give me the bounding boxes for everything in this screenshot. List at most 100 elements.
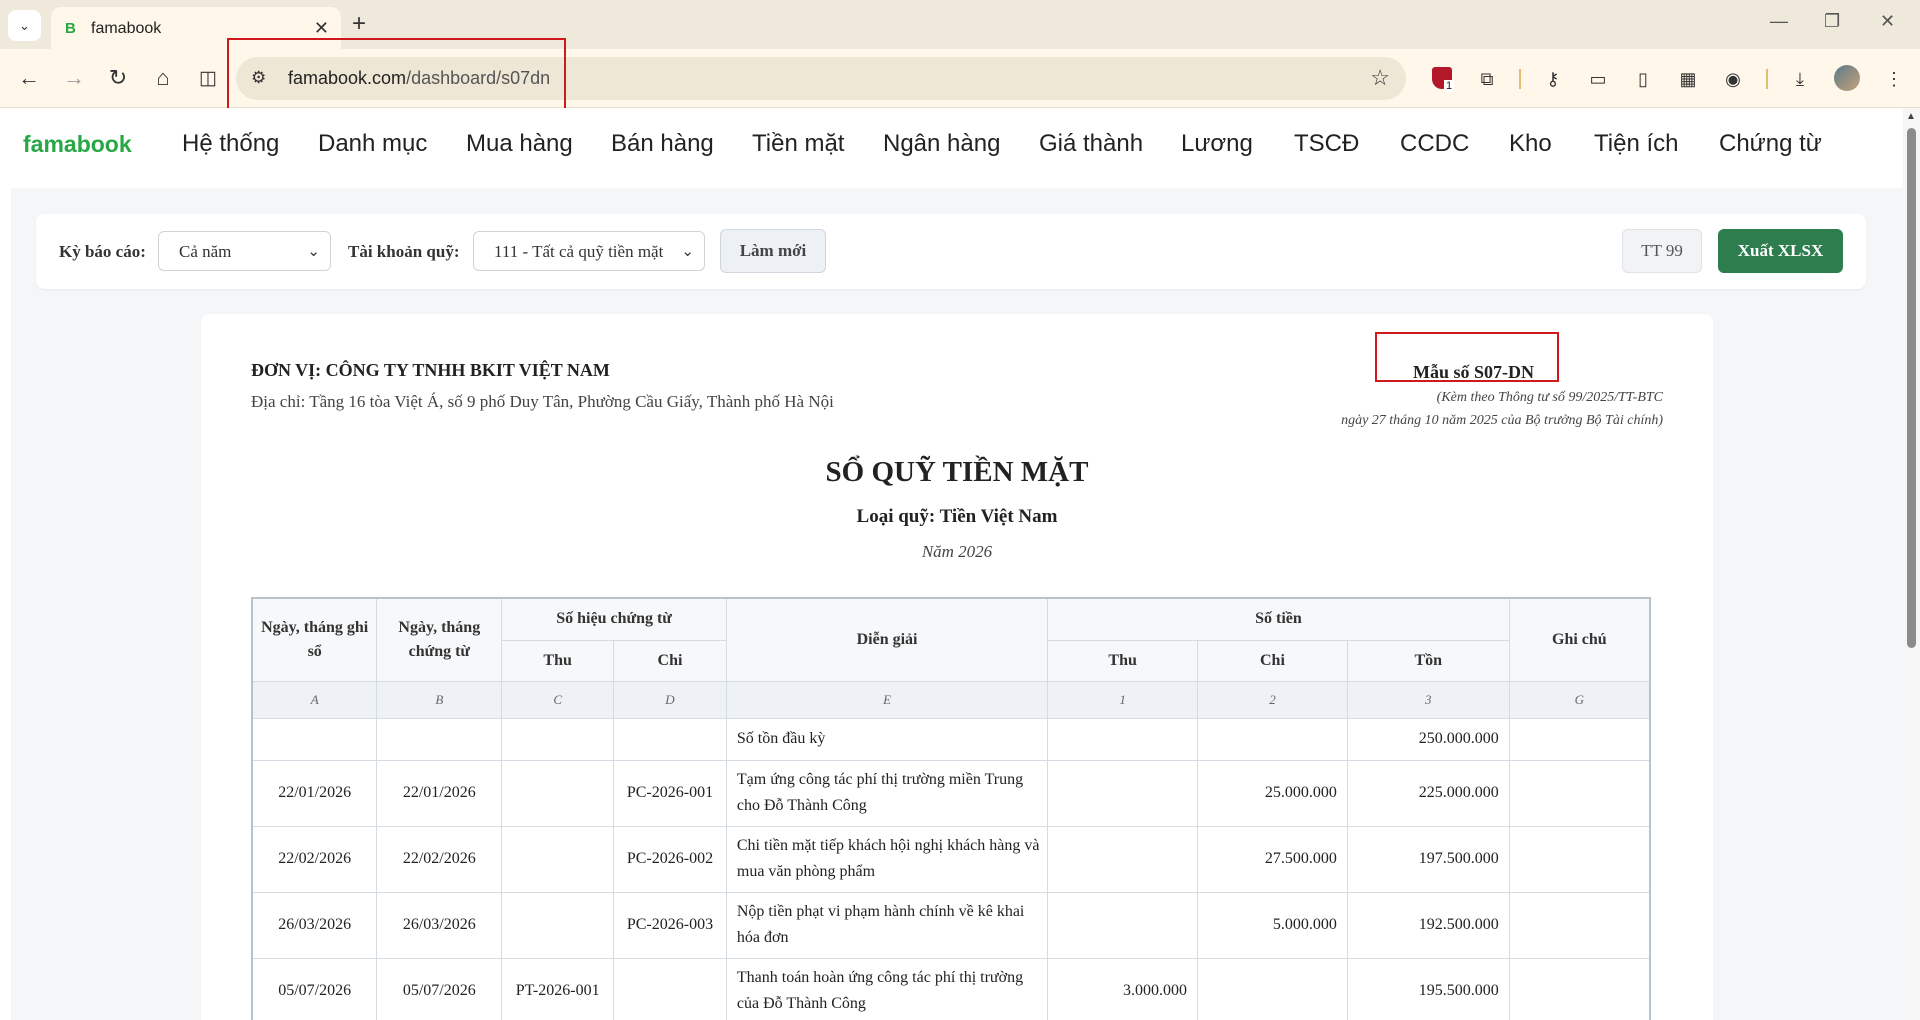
payment-card-icon[interactable]: ▭ bbox=[1585, 66, 1611, 92]
nav-tien-mat[interactable]: Tiền mặt bbox=[752, 130, 844, 158]
nav-ccdc[interactable]: CCDC bbox=[1400, 130, 1469, 158]
header-amount-in: Thu bbox=[1047, 639, 1199, 682]
nav-tscd[interactable]: TSCĐ bbox=[1294, 130, 1359, 158]
column-code: E bbox=[725, 680, 1049, 719]
app-logo[interactable]: famabook bbox=[23, 131, 132, 158]
account-select-value: 111 - Tất cả quỹ tiền mặt bbox=[494, 242, 664, 261]
close-tab-icon[interactable]: ✕ bbox=[314, 18, 329, 39]
report-year: Năm 2026 bbox=[921, 542, 993, 561]
refresh-button[interactable]: Làm mới bbox=[720, 229, 826, 273]
column-code: G bbox=[1508, 680, 1651, 719]
split-view-icon[interactable]: ◫ bbox=[193, 63, 223, 93]
cell-description: Nộp tiền phạt vi phạm hành chính về kê k… bbox=[725, 891, 1049, 959]
profile-avatar[interactable] bbox=[1834, 65, 1860, 91]
period-select-value: Cả năm bbox=[179, 242, 232, 261]
export-xlsx-button[interactable]: Xuất XLSX bbox=[1718, 229, 1843, 273]
column-code: A bbox=[251, 680, 378, 719]
chevron-down-icon: ⌄ bbox=[307, 244, 320, 260]
reload-icon[interactable]: ↻ bbox=[103, 63, 133, 93]
bookmark-star-icon[interactable]: ☆ bbox=[1370, 65, 1390, 91]
cell-doc-date: 22/02/2026 bbox=[376, 825, 503, 893]
period-label: Kỳ báo cáo: bbox=[59, 242, 146, 261]
nav-gia-thanh[interactable]: Giá thành bbox=[1039, 130, 1143, 158]
incognito-icon[interactable]: ◉ bbox=[1720, 66, 1746, 92]
cell-amount-out: 25.000.000 bbox=[1197, 759, 1348, 827]
header-balance: Tồn bbox=[1346, 639, 1510, 682]
tab-search-button[interactable]: ⌄ bbox=[8, 10, 41, 41]
extension-badge: 1 bbox=[1444, 80, 1455, 92]
cell-doc-in bbox=[501, 825, 615, 893]
cash-ledger-table: Ngày, tháng ghi sổ Ngày, tháng chứng từ … bbox=[251, 597, 1651, 1020]
extensions-puzzle-icon[interactable]: ⧉ bbox=[1474, 66, 1500, 92]
period-select[interactable]: Cả năm ⌄ bbox=[158, 231, 331, 271]
report-paper: ĐƠN VỊ: CÔNG TY TNHH BKIT VIỆT NAM Địa c… bbox=[201, 314, 1713, 1020]
nav-luong[interactable]: Lương bbox=[1181, 130, 1253, 158]
header-doc-out: Chi bbox=[613, 639, 727, 682]
password-key-icon[interactable]: ⚷ bbox=[1540, 66, 1566, 92]
cell-note bbox=[1508, 825, 1651, 893]
form-note-line-1: (Kèm theo Thông tư số 99/2025/TT-BTC bbox=[1436, 390, 1663, 405]
toolbar-divider bbox=[1766, 69, 1768, 89]
cell-amount-out: 5.000.000 bbox=[1197, 891, 1348, 959]
nav-tien-ich[interactable]: Tiện ích bbox=[1594, 130, 1678, 158]
forward-icon[interactable]: → bbox=[59, 63, 89, 93]
page-scrollbar[interactable]: ▲ bbox=[1903, 108, 1920, 1020]
cell-balance: 225.000.000 bbox=[1346, 759, 1510, 827]
nav-ngan-hang[interactable]: Ngân hàng bbox=[883, 130, 1000, 158]
org-address: Địa chỉ: Tầng 16 tòa Việt Á, số 9 phố Du… bbox=[251, 392, 834, 411]
opening-description: Số tồn đầu kỳ bbox=[725, 717, 1049, 761]
table-row: 26/03/2026 26/03/2026 PC-2026-003 Nộp ti… bbox=[251, 891, 1651, 959]
cell-note bbox=[1508, 759, 1651, 827]
table-row: 22/01/2026 22/01/2026 PC-2026-001 Tạm ứn… bbox=[251, 759, 1651, 827]
app-navbar: famabook Hệ thống Danh mục Mua hàng Bán … bbox=[0, 108, 1903, 188]
table-icon[interactable]: ▦ bbox=[1675, 66, 1701, 92]
cell-amount-in bbox=[1047, 759, 1199, 827]
scroll-up-icon[interactable]: ▲ bbox=[1906, 111, 1916, 122]
header-note: Ghi chú bbox=[1508, 597, 1651, 682]
org-name: ĐƠN VỊ: CÔNG TY TNHH BKIT VIỆT NAM bbox=[251, 360, 610, 380]
cell-doc-out bbox=[613, 957, 727, 1020]
cell-record-date: 22/02/2026 bbox=[251, 825, 378, 893]
more-menu-icon[interactable]: ⋮ bbox=[1881, 66, 1907, 92]
column-code: 3 bbox=[1346, 680, 1510, 719]
circular-tt99-button[interactable]: TT 99 bbox=[1622, 229, 1702, 273]
minimize-icon[interactable]: — bbox=[1770, 11, 1788, 32]
nav-danh-muc[interactable]: Danh mục bbox=[318, 130, 427, 158]
restore-icon[interactable]: ❐ bbox=[1824, 11, 1840, 32]
window-close-icon[interactable]: ✕ bbox=[1880, 11, 1895, 32]
cell-balance: 197.500.000 bbox=[1346, 825, 1510, 893]
header-amount: Số tiền bbox=[1047, 597, 1510, 641]
home-icon[interactable]: ⌂ bbox=[148, 63, 178, 93]
cell-amount-in bbox=[1047, 891, 1199, 959]
new-tab-icon[interactable]: + bbox=[352, 10, 366, 38]
cell-doc-in bbox=[501, 891, 615, 959]
download-icon[interactable]: ⤓ bbox=[1787, 66, 1813, 92]
nav-he-thong[interactable]: Hệ thống bbox=[182, 130, 279, 158]
account-select[interactable]: 111 - Tất cả quỹ tiền mặt ⌄ bbox=[473, 231, 705, 271]
favicon-icon: B bbox=[65, 20, 76, 37]
cell-doc-in: PT-2026-001 bbox=[501, 957, 615, 1020]
cell-doc-out: PC-2026-001 bbox=[613, 759, 727, 827]
cell-balance: 195.500.000 bbox=[1346, 957, 1510, 1020]
cell-note bbox=[1508, 891, 1651, 959]
cell-record-date: 05/07/2026 bbox=[251, 957, 378, 1020]
cell-doc-out: PC-2026-002 bbox=[613, 825, 727, 893]
nav-chung-tu[interactable]: Chứng từ bbox=[1719, 130, 1822, 158]
back-icon[interactable]: ← bbox=[14, 63, 44, 93]
cell-doc-date: 22/01/2026 bbox=[376, 759, 503, 827]
table-row: 05/07/2026 05/07/2026 PT-2026-001 Thanh … bbox=[251, 957, 1651, 1020]
table-row: 22/02/2026 22/02/2026 PC-2026-002 Chi ti… bbox=[251, 825, 1651, 893]
header-doc-date: Ngày, tháng chứng từ bbox=[376, 597, 503, 682]
account-label: Tài khoản quỹ: bbox=[348, 242, 460, 261]
cell-amount-in bbox=[1047, 825, 1199, 893]
opening-balance-row: Số tồn đầu kỳ 250.000.000 bbox=[251, 717, 1651, 761]
cell-description: Chi tiền mặt tiếp khách hội nghị khách h… bbox=[725, 825, 1049, 893]
reading-mode-icon[interactable]: ▯ bbox=[1630, 66, 1656, 92]
cell-description: Thanh toán hoàn ứng công tác phí thị trư… bbox=[725, 957, 1049, 1020]
nav-mua-hang[interactable]: Mua hàng bbox=[466, 130, 573, 158]
nav-kho[interactable]: Kho bbox=[1509, 130, 1552, 158]
nav-ban-hang[interactable]: Bán hàng bbox=[611, 130, 714, 158]
opening-balance: 250.000.000 bbox=[1346, 717, 1510, 761]
scrollbar-thumb[interactable] bbox=[1907, 128, 1916, 648]
header-description: Diễn giải bbox=[725, 597, 1049, 682]
